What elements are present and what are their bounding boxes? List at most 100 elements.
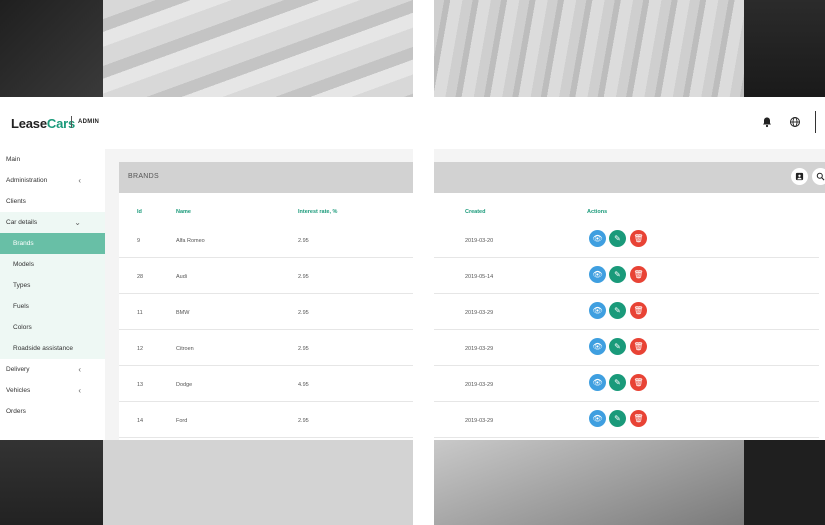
cell-interest-rate: 2.95 <box>298 346 309 352</box>
background-photo <box>434 440 744 525</box>
sidebar-item-colors[interactable]: Colors <box>0 317 105 338</box>
eye-icon: 👁 <box>592 234 603 243</box>
background-photo <box>434 0 744 97</box>
trash-icon: 🗑 <box>633 306 644 315</box>
edit-button[interactable]: ✎ <box>609 230 626 247</box>
background-gap <box>413 0 434 97</box>
sidebar-item-label: Car details <box>6 219 38 226</box>
pencil-icon: ✎ <box>614 306 621 315</box>
view-button[interactable]: 👁 <box>589 410 606 427</box>
background-photo <box>0 0 103 97</box>
cell-id: 9 <box>137 238 141 244</box>
cell-name: Alfa Romeo <box>176 238 205 244</box>
cell-interest-rate: 4.95 <box>298 382 309 388</box>
table-row: 13 Dodge 4.95 2019-03-29 👁 ✎ 🗑 <box>119 366 819 402</box>
view-button[interactable]: 👁 <box>589 266 606 283</box>
cell-id: 11 <box>137 310 143 316</box>
pencil-icon: ✎ <box>614 342 621 351</box>
trash-icon: 🗑 <box>633 378 644 387</box>
table-row: 14 Ford 2.95 2019-03-29 👁 ✎ 🗑 <box>119 402 819 438</box>
cell-created: 2019-03-20 <box>465 238 494 244</box>
background-photo <box>0 440 103 525</box>
table-row: 28 Audi 2.95 2019-05-14 👁 ✎ 🗑 <box>119 258 819 294</box>
image-icon[interactable] <box>791 168 808 185</box>
sidebar-item-car-details[interactable]: Car details ⌄ <box>0 212 105 233</box>
cell-interest-rate: 2.95 <box>298 274 309 280</box>
edit-button[interactable]: ✎ <box>609 410 626 427</box>
sidebar-item-label: Delivery <box>6 366 30 373</box>
eye-icon: 👁 <box>592 414 603 423</box>
edit-button[interactable]: ✎ <box>609 374 626 391</box>
cell-id: 13 <box>137 382 144 388</box>
background-photo <box>744 440 825 525</box>
column-header-interest-rate[interactable]: Interest rate, % <box>298 209 337 215</box>
eye-icon: 👁 <box>592 270 603 279</box>
view-button[interactable]: 👁 <box>589 338 606 355</box>
sidebar-item-clients[interactable]: Clients <box>0 191 105 212</box>
sidebar-item-administration[interactable]: Administration ‹ <box>0 170 105 191</box>
cell-id: 12 <box>137 346 144 352</box>
column-header-created[interactable]: Created <box>465 209 485 215</box>
main-content: BRANDS Id Name Interest rate, % Created … <box>105 149 825 440</box>
delete-button[interactable]: 🗑 <box>630 302 647 319</box>
table-row: 11 BMW 2.95 2019-03-29 👁 ✎ 🗑 <box>119 294 819 330</box>
cell-interest-rate: 2.95 <box>298 418 309 424</box>
sidebar-item-label: Roadside assistance <box>13 345 73 352</box>
sidebar-item-types[interactable]: Types <box>0 275 105 296</box>
sidebar-nav: Main Administration ‹ Clients Car details… <box>0 149 105 440</box>
sidebar-item-delivery[interactable]: Delivery ‹ <box>0 359 105 380</box>
edit-button[interactable]: ✎ <box>609 302 626 319</box>
cell-name: Citroen <box>176 346 194 352</box>
pencil-icon: ✎ <box>614 234 621 243</box>
delete-button[interactable]: 🗑 <box>630 374 647 391</box>
search-icon[interactable] <box>812 168 825 185</box>
column-header-id[interactable]: Id <box>137 209 142 215</box>
trash-icon: 🗑 <box>633 270 644 279</box>
cell-created: 2019-05-14 <box>465 274 494 280</box>
sidebar-item-main[interactable]: Main <box>0 149 105 170</box>
cell-name: Dodge <box>176 382 193 388</box>
delete-button[interactable]: 🗑 <box>630 230 647 247</box>
globe-icon[interactable] <box>789 115 801 127</box>
pencil-icon: ✎ <box>614 414 621 423</box>
brands-card: BRANDS Id Name Interest rate, % Created … <box>119 162 825 440</box>
sidebar-item-vehicles[interactable]: Vehicles ‹ <box>0 380 105 401</box>
edit-button[interactable]: ✎ <box>609 266 626 283</box>
sidebar-item-orders[interactable]: Orders <box>0 401 105 422</box>
pencil-icon: ✎ <box>614 270 621 279</box>
chevron-left-icon: ‹ <box>78 176 81 185</box>
sidebar-item-label: Models <box>13 261 34 268</box>
delete-button[interactable]: 🗑 <box>630 410 647 427</box>
sidebar-item-roadside-assistance[interactable]: Roadside assistance <box>0 338 105 359</box>
sidebar-item-label: Colors <box>13 324 32 331</box>
cell-created: 2019-03-29 <box>465 382 494 388</box>
bell-icon[interactable] <box>761 115 773 128</box>
view-button[interactable]: 👁 <box>589 230 606 247</box>
screen-split-gap <box>413 97 434 440</box>
brand-logo[interactable]: LeaseCars <box>11 116 75 131</box>
table-row: 9 Alfa Romeo 2.95 2019-03-20 👁 ✎ 🗑 <box>119 222 819 258</box>
sidebar-item-fuels[interactable]: Fuels <box>0 296 105 317</box>
cell-created: 2019-03-29 <box>465 346 494 352</box>
role-label: ADMIN <box>78 119 100 125</box>
cell-id: 28 <box>137 274 144 280</box>
cell-name: Ford <box>176 418 188 424</box>
sidebar-item-models[interactable]: Models <box>0 254 105 275</box>
cell-interest-rate: 2.95 <box>298 310 309 316</box>
trash-icon: 🗑 <box>633 414 644 423</box>
column-header-actions: Actions <box>587 209 608 215</box>
sidebar-item-label: Vehicles <box>6 387 31 394</box>
sidebar-item-brands[interactable]: Brands <box>0 233 105 254</box>
background-photo <box>103 0 413 97</box>
sidebar-item-label: Types <box>13 282 31 289</box>
eye-icon: 👁 <box>592 378 603 387</box>
view-button[interactable]: 👁 <box>589 374 606 391</box>
view-button[interactable]: 👁 <box>589 302 606 319</box>
delete-button[interactable]: 🗑 <box>630 266 647 283</box>
delete-button[interactable]: 🗑 <box>630 338 647 355</box>
column-header-name[interactable]: Name <box>176 209 191 215</box>
cell-interest-rate: 2.95 <box>298 238 309 244</box>
edit-button[interactable]: ✎ <box>609 338 626 355</box>
background-photo <box>103 440 413 525</box>
cell-name: BMW <box>176 310 190 316</box>
